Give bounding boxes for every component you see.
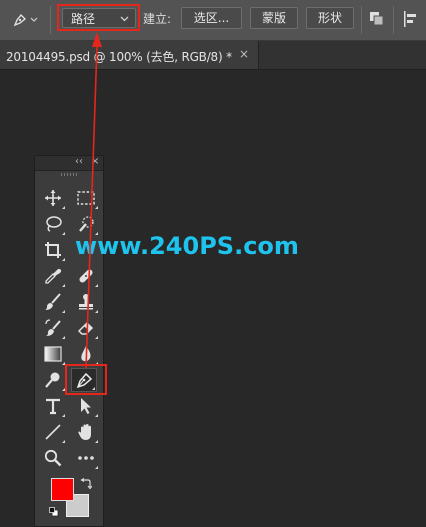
annotation-arrow (85, 32, 102, 369)
